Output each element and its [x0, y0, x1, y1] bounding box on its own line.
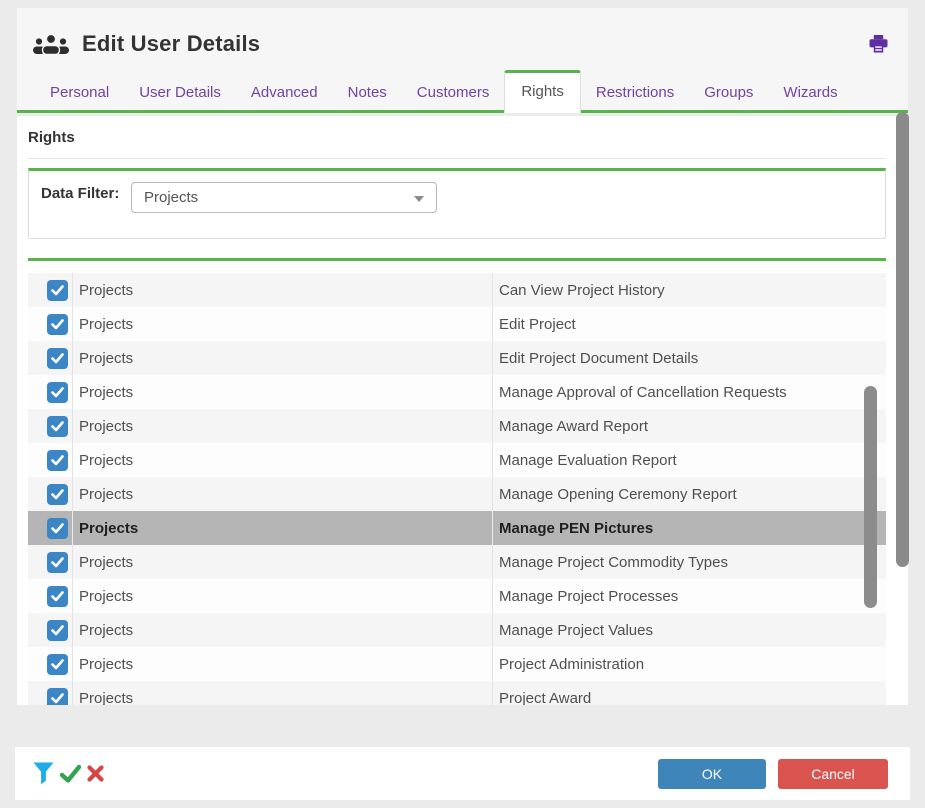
row-right-name: Can View Project History — [492, 273, 886, 307]
checked-checkbox[interactable] — [47, 484, 68, 505]
rights-row[interactable]: ProjectsProject Award — [28, 681, 886, 705]
checked-checkbox[interactable] — [47, 518, 68, 539]
row-checkbox-cell — [28, 477, 73, 511]
footer-icons — [33, 762, 104, 785]
dialog-title-bar: Edit User Details — [17, 8, 908, 64]
row-checkbox-cell — [28, 613, 73, 647]
row-right-name: Manage Award Report — [492, 409, 886, 443]
checked-checkbox[interactable] — [47, 450, 68, 471]
tab-advanced[interactable]: Advanced — [236, 84, 333, 113]
rights-row[interactable]: ProjectsManage Project Commodity Types — [28, 545, 886, 579]
rights-row[interactable]: ProjectsManage Award Report — [28, 409, 886, 443]
tab-notes[interactable]: Notes — [333, 84, 402, 113]
checked-checkbox[interactable] — [47, 314, 68, 335]
section-title: Rights — [17, 116, 908, 158]
row-category: Projects — [73, 545, 492, 579]
row-category: Projects — [73, 681, 492, 705]
page-scrollbar-thumb[interactable] — [896, 112, 909, 567]
data-filter-panel: Data Filter: Projects — [28, 168, 886, 239]
row-checkbox-cell — [28, 273, 73, 307]
tab-user-details[interactable]: User Details — [124, 84, 236, 113]
tab-personal[interactable]: Personal — [35, 84, 124, 113]
rights-row[interactable]: ProjectsManage Project Processes — [28, 579, 886, 613]
row-checkbox-cell — [28, 647, 73, 681]
tab-wizards[interactable]: Wizards — [768, 84, 852, 113]
checked-checkbox[interactable] — [47, 688, 68, 706]
data-filter-label: Data Filter: — [41, 182, 129, 238]
data-filter-selected-value: Projects — [144, 189, 198, 206]
rights-row[interactable]: ProjectsCan View Project History — [28, 273, 886, 307]
checked-checkbox[interactable] — [47, 416, 68, 437]
print-icon[interactable] — [867, 33, 890, 55]
row-right-name: Manage Opening Ceremony Report — [492, 477, 886, 511]
row-right-name: Manage Evaluation Report — [492, 443, 886, 477]
rights-row[interactable]: ProjectsEdit Project — [28, 307, 886, 341]
rights-row[interactable]: ProjectsManage Opening Ceremony Report — [28, 477, 886, 511]
row-category: Projects — [73, 341, 492, 375]
edit-user-details-dialog: Edit User Details PersonalUser DetailsAd… — [0, 0, 925, 808]
row-checkbox-cell — [28, 681, 73, 705]
row-right-name: Manage Project Values — [492, 613, 886, 647]
check-icon[interactable] — [59, 764, 82, 784]
row-category: Projects — [73, 307, 492, 341]
cancel-button[interactable]: Cancel — [778, 759, 888, 789]
rights-row[interactable]: ProjectsEdit Project Document Details — [28, 341, 886, 375]
checked-checkbox[interactable] — [47, 348, 68, 369]
row-category: Projects — [73, 375, 492, 409]
ok-button[interactable]: OK — [658, 759, 766, 789]
row-right-name: Project Administration — [492, 647, 886, 681]
tab-rights[interactable]: Rights — [504, 70, 581, 113]
list-scrollbar-thumb[interactable] — [864, 386, 877, 608]
tab-groups[interactable]: Groups — [689, 84, 768, 113]
row-right-name: Manage Project Processes — [492, 579, 886, 613]
row-checkbox-cell — [28, 341, 73, 375]
checked-checkbox[interactable] — [47, 552, 68, 573]
row-checkbox-cell — [28, 443, 73, 477]
row-category: Projects — [73, 273, 492, 307]
row-checkbox-cell — [28, 409, 73, 443]
section-divider — [28, 158, 886, 159]
checked-checkbox[interactable] — [47, 586, 68, 607]
row-right-name: Edit Project Document Details — [492, 341, 886, 375]
row-right-name: Edit Project — [492, 307, 886, 341]
row-checkbox-cell — [28, 511, 73, 545]
row-checkbox-cell — [28, 375, 73, 409]
row-category: Projects — [73, 443, 492, 477]
rights-row[interactable]: ProjectsProject Administration — [28, 647, 886, 681]
row-category: Projects — [73, 613, 492, 647]
row-category: Projects — [73, 409, 492, 443]
checked-checkbox[interactable] — [47, 620, 68, 641]
dialog-body: Rights Data Filter: Projects ProjectsCan… — [17, 116, 908, 705]
row-category: Projects — [73, 511, 492, 545]
tab-bar: PersonalUser DetailsAdvancedNotesCustome… — [17, 70, 908, 113]
row-right-name: Manage Project Commodity Types — [492, 545, 886, 579]
filter-funnel-icon[interactable] — [33, 762, 54, 785]
row-category: Projects — [73, 477, 492, 511]
row-category: Projects — [73, 579, 492, 613]
checked-checkbox[interactable] — [47, 280, 68, 301]
checked-checkbox[interactable] — [47, 382, 68, 403]
row-category: Projects — [73, 647, 492, 681]
row-checkbox-cell — [28, 545, 73, 579]
row-right-name: Manage PEN Pictures — [492, 511, 886, 545]
checked-checkbox[interactable] — [47, 654, 68, 675]
rights-list: ProjectsCan View Project HistoryProjects… — [28, 258, 886, 705]
row-checkbox-cell — [28, 579, 73, 613]
row-right-name: Manage Approval of Cancellation Requests — [492, 375, 886, 409]
page-title: Edit User Details — [82, 31, 260, 57]
dialog-header-area: Edit User Details PersonalUser DetailsAd… — [17, 8, 908, 113]
users-group-icon — [32, 32, 70, 57]
chevron-down-icon — [414, 196, 424, 202]
row-right-name: Project Award — [492, 681, 886, 705]
data-filter-dropdown[interactable]: Projects — [131, 182, 437, 213]
row-checkbox-cell — [28, 307, 73, 341]
rights-row[interactable]: ProjectsManage Approval of Cancellation … — [28, 375, 886, 409]
cross-icon[interactable] — [87, 765, 104, 782]
rights-row[interactable]: ProjectsManage Evaluation Report — [28, 443, 886, 477]
tab-restrictions[interactable]: Restrictions — [581, 84, 689, 113]
rights-row[interactable]: ProjectsManage PEN Pictures — [28, 511, 886, 545]
footer-bar: OK Cancel — [15, 747, 910, 800]
rights-row[interactable]: ProjectsManage Project Values — [28, 613, 886, 647]
tab-customers[interactable]: Customers — [402, 84, 505, 113]
